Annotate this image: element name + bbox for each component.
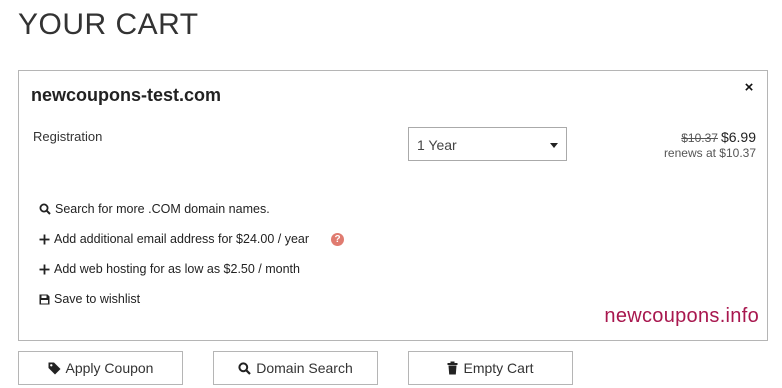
- apply-coupon-button[interactable]: Apply Coupon: [18, 351, 183, 385]
- page-title: YOUR CART: [18, 8, 199, 41]
- add-hosting-link[interactable]: Add web hosting for as low as $2.50 / mo…: [39, 262, 300, 276]
- term-select-value: 1 Year: [417, 137, 457, 153]
- domain-search-button[interactable]: Domain Search: [213, 351, 378, 385]
- add-email-label: Add additional email address for $24.00 …: [54, 232, 310, 246]
- watermark-text: newcoupons.info: [604, 305, 759, 327]
- price-new: $6.99: [720, 129, 756, 145]
- plus-icon: [39, 264, 50, 274]
- save-wishlist-label: Save to wishlist: [54, 292, 141, 306]
- caret-down-icon: [550, 143, 558, 148]
- search-more-domains-link[interactable]: Search for more .COM domain names.: [39, 202, 270, 216]
- price-block: $10.37 $6.99 renews at $10.37: [664, 129, 756, 160]
- close-icon[interactable]: ×: [741, 80, 757, 96]
- search-icon: [39, 203, 51, 215]
- term-select[interactable]: 1 Year: [408, 127, 567, 161]
- registration-label: Registration: [33, 129, 103, 144]
- cart-item-card: newcoupons-test.com × Registration 1 Yea…: [18, 70, 768, 341]
- save-icon: [39, 294, 50, 304]
- price-old: $10.37: [681, 131, 718, 145]
- domain-name: newcoupons-test.com: [31, 85, 222, 105]
- empty-cart-label: Empty Cart: [463, 360, 534, 376]
- plus-icon: [39, 234, 50, 244]
- domain-search-label: Domain Search: [256, 360, 353, 376]
- empty-cart-button[interactable]: Empty Cart: [408, 351, 573, 385]
- apply-coupon-label: Apply Coupon: [65, 360, 154, 376]
- question-icon[interactable]: ?: [331, 232, 345, 246]
- save-to-wishlist-link[interactable]: Save to wishlist: [39, 292, 140, 306]
- add-hosting-label: Add web hosting for as low as $2.50 / mo…: [54, 262, 300, 276]
- search-icon: [238, 361, 252, 375]
- search-more-label: Search for more .COM domain names.: [55, 202, 270, 216]
- trash-icon: [447, 361, 458, 375]
- renew-price: renews at $10.37: [663, 146, 756, 160]
- add-email-link[interactable]: Add additional email address for $24.00 …: [39, 232, 345, 246]
- tag-icon: [48, 362, 61, 374]
